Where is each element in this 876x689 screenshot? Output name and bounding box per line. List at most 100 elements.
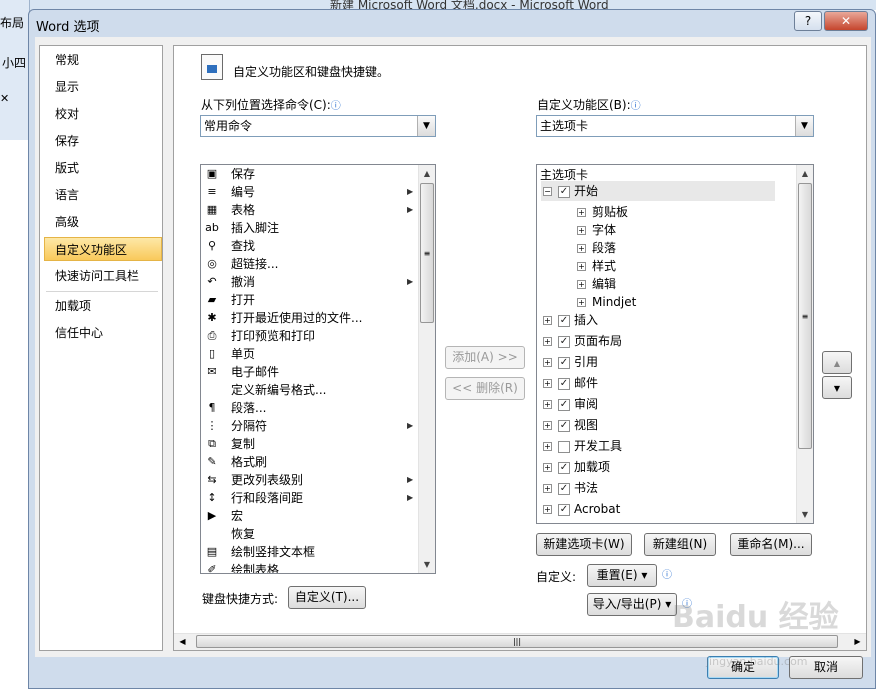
tab-checkbox[interactable]: ✓ (558, 356, 570, 369)
command-item[interactable]: ⋮ 分隔符 ▶ (203, 417, 419, 435)
expand-icon[interactable]: + (543, 358, 552, 367)
nav-item[interactable]: 语言 (40, 183, 162, 207)
tab-checkbox[interactable]: ✓ (558, 185, 570, 198)
command-item[interactable]: 恢复 (203, 525, 419, 543)
command-item[interactable]: ◎ 超链接... (203, 255, 419, 273)
ribbon-tab-node[interactable]: + ✓ 审阅 (543, 394, 598, 414)
tab-checkbox[interactable]: ✓ (558, 377, 570, 390)
ribbon-tab-node[interactable]: + ✓ 插入 (543, 310, 598, 330)
ribbon-group-node[interactable]: + 样式 (577, 256, 616, 276)
command-item[interactable]: ✉ 电子邮件 (203, 363, 419, 381)
expand-icon[interactable]: + (543, 442, 552, 451)
add-button[interactable]: 添加(A) >> (445, 346, 525, 369)
nav-item[interactable]: 快速访问工具栏 (40, 264, 162, 288)
ribbon-group-node[interactable]: + 段落 (577, 238, 616, 258)
expand-icon[interactable]: + (543, 421, 552, 430)
help-button[interactable]: ? (794, 11, 822, 31)
close-button[interactable]: ✕ (824, 11, 868, 31)
ribbon-tab-node[interactable]: + ✓ 引用 (543, 352, 598, 372)
expand-icon[interactable]: + (543, 316, 552, 325)
tab-checkbox[interactable]: ✓ (558, 398, 570, 411)
command-item[interactable]: ✱ 打开最近使用过的文件... (203, 309, 419, 327)
import-export-button[interactable]: 导入/导出(P) ▾ (587, 593, 677, 616)
nav-item[interactable]: 版式 (40, 156, 162, 180)
command-label: 打开 (231, 293, 256, 307)
expand-icon[interactable]: + (543, 484, 552, 493)
ribbon-tab-node[interactable]: + ✓ Acrobat (543, 499, 620, 519)
command-item[interactable]: ▰ 打开 (203, 291, 419, 309)
tab-checkbox[interactable]: ✓ (558, 482, 570, 495)
command-item[interactable]: 定义新编号格式... (203, 381, 419, 399)
expand-icon[interactable]: + (577, 208, 586, 217)
command-item[interactable]: ≡ 编号 ▶ (203, 183, 419, 201)
collapse-icon[interactable]: − (543, 187, 552, 196)
command-item[interactable]: ↕ 行和段落间距 ▶ (203, 489, 419, 507)
keyboard-customize-button[interactable]: 自定义(T)... (288, 586, 366, 609)
tab-checkbox[interactable]: ✓ (558, 503, 570, 516)
remove-button[interactable]: << 删除(R) (445, 377, 525, 400)
tab-checkbox[interactable]: ✓ (558, 335, 570, 348)
reset-button[interactable]: 重置(E) ▾ (587, 564, 657, 587)
ribbon-group-node[interactable]: + Mindjet (577, 292, 636, 312)
ribbon-group-node[interactable]: + 剪贴板 (577, 202, 628, 222)
expand-icon[interactable]: + (543, 505, 552, 514)
command-item[interactable]: ⎙ 打印预览和打印 (203, 327, 419, 345)
command-item[interactable]: ✐ 绘制表格 (203, 561, 419, 573)
customize-ribbon-select[interactable]: 主选项卡 ▼ (536, 115, 814, 137)
nav-item[interactable]: 高级 (40, 210, 162, 234)
numbering-icon: ≡ (207, 185, 217, 198)
tab-checkbox[interactable]: ✓ (558, 419, 570, 432)
expand-icon[interactable]: + (577, 226, 586, 235)
nav-item[interactable]: 显示 (40, 75, 162, 99)
ribbon-tab-node[interactable]: + ✓ 页面布局 (543, 331, 622, 351)
nav-item[interactable]: 校对 (40, 102, 162, 126)
expand-icon[interactable]: + (543, 337, 552, 346)
command-item[interactable]: ⧉ 复制 (203, 435, 419, 453)
command-item[interactable]: ⚲ 查找 (203, 237, 419, 255)
ribbon-tab-node[interactable]: + ✓ 视图 (543, 415, 598, 435)
command-item[interactable]: ▦ 表格 ▶ (203, 201, 419, 219)
nav-item[interactable]: 加载项 (40, 294, 162, 318)
expand-icon[interactable]: + (577, 298, 586, 307)
new-tab-button[interactable]: 新建选项卡(W) (536, 533, 632, 556)
command-item[interactable]: ▣ 保存 (203, 165, 419, 183)
ribbon-group-node[interactable]: + 编辑 (577, 274, 616, 294)
command-item[interactable]: ↶ 撤消 ▶ (203, 273, 419, 291)
ribbon-tab-node[interactable]: +✓博客文章 (543, 520, 622, 523)
command-item[interactable]: ▯ 单页 (203, 345, 419, 363)
nav-item[interactable]: 保存 (40, 129, 162, 153)
tab-checkbox[interactable]: ✓ (558, 461, 570, 474)
command-item[interactable]: ⇆ 更改列表级别 ▶ (203, 471, 419, 489)
ribbon-tab-node[interactable]: + ✓ 书法 (543, 478, 598, 498)
expand-icon[interactable]: + (543, 400, 552, 409)
expand-icon[interactable]: + (543, 463, 552, 472)
ribbon-tab-node[interactable]: + 开发工具 (543, 436, 622, 456)
nav-item[interactable]: 自定义功能区 (44, 237, 162, 261)
ribbon-tree[interactable]: 主选项卡 ▲ ≡ ▼ − ✓ 开始 + 剪贴板 + 字体 + 段落 + 样式 + 编辑 + Mindjet +… (536, 164, 814, 524)
ribbon-tab-node[interactable]: − ✓ 开始 (541, 181, 775, 201)
command-item[interactable]: ✎ 格式刷 (203, 453, 419, 471)
expand-icon[interactable]: + (543, 379, 552, 388)
command-item[interactable]: ▤ 绘制竖排文本框 (203, 543, 419, 561)
choose-commands-select[interactable]: 常用命令 ▼ (200, 115, 436, 137)
ribbon-tab-node[interactable]: + ✓ 邮件 (543, 373, 598, 393)
command-item[interactable]: ¶ 段落... (203, 399, 419, 417)
ribbon-tab-node[interactable]: + ✓ 加载项 (543, 457, 610, 477)
new-group-button[interactable]: 新建组(N) (644, 533, 716, 556)
commands-scrollbar[interactable]: ▲ ≡ ▼ (418, 165, 435, 573)
command-item[interactable]: ▶ 宏 (203, 507, 419, 525)
command-item[interactable]: ab 插入脚注 (203, 219, 419, 237)
expand-icon[interactable]: + (577, 262, 586, 271)
tab-checkbox[interactable] (558, 440, 570, 453)
expand-icon[interactable]: + (577, 280, 586, 289)
move-down-button[interactable]: ▼ (822, 376, 852, 399)
commands-list[interactable]: ▲ ≡ ▼ ▣ 保存 ≡ 编号 ▶ ▦ 表格 ▶ ab 插入脚注 ⚲ 查找 ◎ 超链接... ↶ 撤消 ▶ ▰ 打开… (200, 164, 436, 574)
expand-icon[interactable]: + (577, 244, 586, 253)
nav-item[interactable]: 信任中心 (40, 321, 162, 345)
tree-scrollbar[interactable]: ▲ ≡ ▼ (796, 165, 813, 523)
ribbon-group-node[interactable]: + 字体 (577, 220, 616, 240)
nav-item[interactable]: 常规 (40, 48, 162, 72)
move-up-button[interactable]: ▲ (822, 351, 852, 374)
rename-button[interactable]: 重命名(M)... (730, 533, 812, 556)
tab-checkbox[interactable]: ✓ (558, 314, 570, 327)
